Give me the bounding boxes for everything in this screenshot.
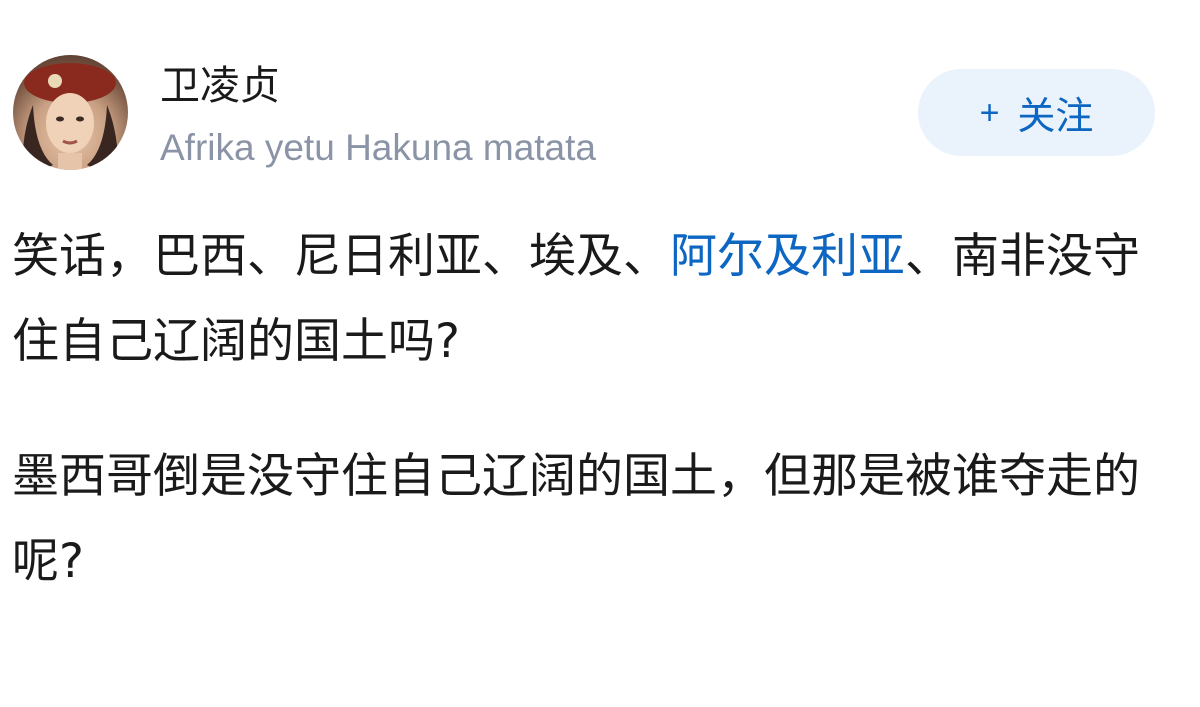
author-bio: Afrika yetu Hakuna matata [160, 127, 596, 168]
post-paragraph-1: 笑话，巴西、尼日利亚、埃及、阿尔及利亚、南非没守住自己辽阔的国土吗? [12, 214, 1162, 384]
follow-button[interactable]: + 关注 [918, 69, 1155, 156]
post-paragraph-2: 墨西哥倒是没守住自己辽阔的国土，但那是被谁夺走的呢? [12, 449, 1140, 589]
author-avatar[interactable] [13, 55, 128, 170]
topic-link-algeria[interactable]: 阿尔及利亚 [670, 229, 905, 284]
paragraph-1-text-before-link: 笑话，巴西、尼日利亚、埃及、 [12, 229, 670, 284]
post-body: 笑话，巴西、尼日利亚、埃及、阿尔及利亚、南非没守住自己辽阔的国土吗? 墨西哥倒是… [12, 214, 1162, 604]
plus-icon: + [979, 93, 1000, 132]
follow-button-label: 关注 [1017, 94, 1094, 138]
avatar-photo-icon [22, 63, 119, 170]
author-name[interactable]: 卫凌贞 [160, 60, 280, 112]
post-header: 卫凌贞 Afrika yetu Hakuna matata + 关注 [0, 0, 1200, 190]
